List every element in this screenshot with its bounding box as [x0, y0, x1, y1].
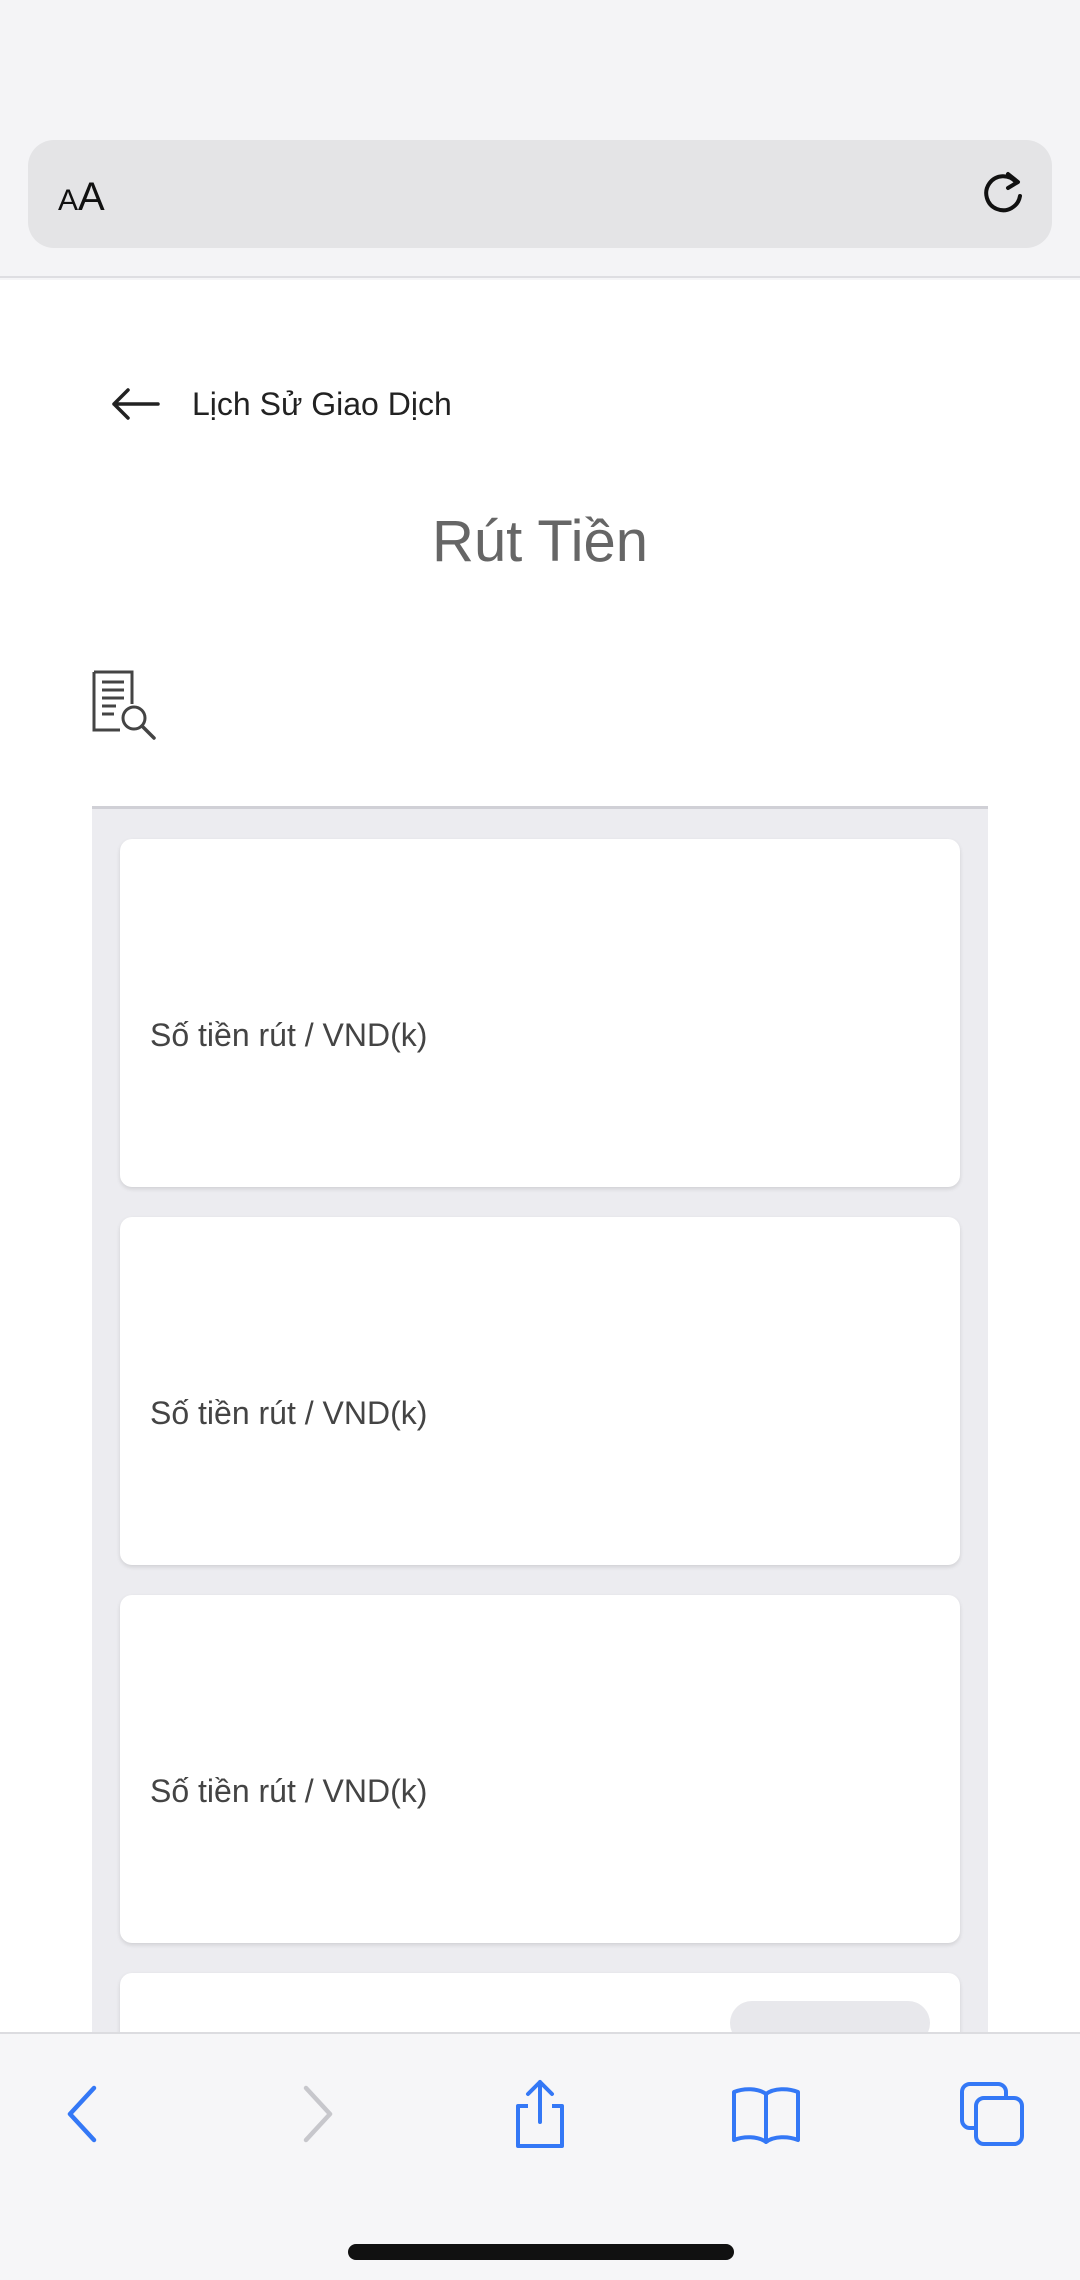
transaction-card[interactable]: Số tiền rút / VND(k)	[120, 1595, 960, 1943]
web-page: Lịch Sử Giao Dịch Rút Tiền Số tiền rút /…	[0, 280, 1080, 2032]
back-to-history-link[interactable]: Lịch Sử Giao Dịch	[110, 384, 452, 424]
home-indicator	[348, 2244, 734, 2260]
text-size-button[interactable]: AA	[58, 172, 105, 222]
share-icon[interactable]	[504, 2078, 576, 2150]
status-badge	[730, 2001, 930, 2032]
bookmarks-icon[interactable]	[730, 2078, 802, 2150]
transaction-card[interactable]: Số tiền rút / VND(k)	[120, 839, 960, 1187]
withdraw-amount-label: Số tiền rút / VND(k)	[150, 1773, 428, 1809]
document-search-icon[interactable]	[90, 668, 160, 740]
address-bar[interactable]	[28, 140, 1052, 248]
text-size-small-glyph: A	[58, 184, 79, 217]
transaction-card[interactable]: Số tiền rút / VND(k)	[120, 1217, 960, 1565]
withdraw-amount-label: Số tiền rút / VND(k)	[150, 1017, 428, 1053]
back-link-label: Lịch Sử Giao Dịch	[192, 385, 452, 422]
forward-icon[interactable]	[280, 2078, 352, 2150]
transaction-card[interactable]	[120, 1973, 960, 2032]
browser-toolbar	[0, 2032, 1080, 2280]
text-size-large-glyph: A	[78, 175, 105, 219]
tabs-icon[interactable]	[956, 2078, 1028, 2150]
back-arrow-icon	[112, 388, 160, 420]
withdraw-amount-label: Số tiền rút / VND(k)	[150, 1395, 428, 1431]
reload-icon[interactable]	[976, 166, 1030, 220]
transaction-list: Số tiền rút / VND(k) Số tiền rút / VND(k…	[92, 806, 988, 2032]
page-title: Rút Tiền	[432, 509, 648, 574]
back-icon[interactable]	[48, 2078, 120, 2150]
